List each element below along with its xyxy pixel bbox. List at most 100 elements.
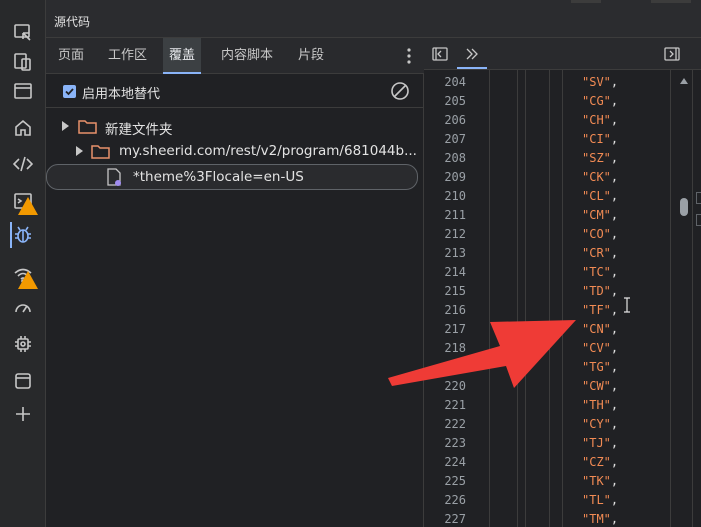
scroll-up-icon[interactable] xyxy=(680,78,688,84)
code-string: "TK", xyxy=(582,474,619,488)
line-number[interactable]: 211 xyxy=(424,208,466,222)
line-number[interactable]: 209 xyxy=(424,170,466,184)
network-wifi-icon[interactable] xyxy=(10,262,38,289)
code-line[interactable]: 213 "CR", xyxy=(424,244,701,263)
line-number[interactable]: 210 xyxy=(424,189,466,203)
console-icon[interactable] xyxy=(10,188,38,215)
line-number[interactable]: 204 xyxy=(424,75,466,89)
tab-workspace[interactable]: 工作区 xyxy=(102,38,153,74)
code-line[interactable]: 206 "CH", xyxy=(424,111,701,130)
application-panel-icon[interactable] xyxy=(10,368,36,394)
line-number[interactable]: 207 xyxy=(424,132,466,146)
line-number[interactable]: 221 xyxy=(424,398,466,412)
tab-underline xyxy=(457,67,487,69)
tree-item-label: 新建文件夹 xyxy=(105,122,173,138)
tree-item-label: my.sheerid.com/rest/v2/program/681044b..… xyxy=(119,143,417,159)
scroll-thumb[interactable] xyxy=(680,198,688,216)
line-number[interactable]: 223 xyxy=(424,436,466,450)
code-line[interactable]: 222 "CY", xyxy=(424,415,701,434)
code-string: "TF", xyxy=(582,303,619,317)
more-options-icon[interactable] xyxy=(406,47,412,65)
inspect-element-icon[interactable] xyxy=(10,20,36,46)
panel-title-bar: 源代码 xyxy=(46,0,701,38)
code-string: "CI", xyxy=(582,132,619,146)
code-icon[interactable] xyxy=(10,151,36,177)
tree-item-theme-file[interactable]: *theme%3Flocale=en-US xyxy=(46,164,418,190)
tree-item-label: *theme%3Flocale=en-US xyxy=(133,169,304,185)
tab-snippets[interactable]: 片段 xyxy=(292,38,330,74)
code-line[interactable]: 214 "TC", xyxy=(424,263,701,282)
line-number[interactable]: 225 xyxy=(424,474,466,488)
local-overrides-row: 启用本地替代 xyxy=(46,74,424,108)
code-string: "CM", xyxy=(582,208,619,222)
clear-overrides-icon[interactable] xyxy=(390,81,410,101)
line-number[interactable]: 224 xyxy=(424,455,466,469)
code-line[interactable]: 209 "CK", xyxy=(424,168,701,187)
code-line[interactable]: 227 "TM", xyxy=(424,510,701,527)
expand-arrow-icon[interactable] xyxy=(75,146,83,156)
enable-local-overrides-checkbox[interactable] xyxy=(63,85,76,98)
code-string: "CZ", xyxy=(582,455,619,469)
tab-page[interactable]: 页面 xyxy=(52,38,90,74)
code-string: "CN", xyxy=(582,322,619,336)
folder-icon xyxy=(78,120,97,134)
code-line[interactable]: 211 "CM", xyxy=(424,206,701,225)
code-line[interactable]: 225 "TK", xyxy=(424,472,701,491)
home-icon[interactable] xyxy=(10,115,36,141)
line-number[interactable]: 222 xyxy=(424,417,466,431)
tree-item-domain-folder[interactable]: my.sheerid.com/rest/v2/program/681044b..… xyxy=(46,139,418,165)
code-string: "TL", xyxy=(582,493,619,507)
toggle-debugger-icon[interactable] xyxy=(664,46,680,62)
tab-content-scripts[interactable]: 内容脚本 xyxy=(215,38,279,74)
code-string: "TC", xyxy=(582,265,619,279)
code-line[interactable]: 223 "TJ", xyxy=(424,434,701,453)
code-string: "CL", xyxy=(582,189,619,203)
memory-chip-icon[interactable] xyxy=(10,331,36,357)
elements-panel-icon[interactable] xyxy=(10,78,36,104)
editor-scrollbar[interactable] xyxy=(677,70,691,527)
expand-arrow-icon[interactable] xyxy=(61,121,69,131)
tab-overrides[interactable]: 覆盖 xyxy=(163,38,202,74)
code-string: "CO", xyxy=(582,227,619,241)
code-line[interactable]: 226 "TL", xyxy=(424,491,701,510)
text-cursor-icon xyxy=(624,297,630,313)
code-string: "TH", xyxy=(582,398,619,412)
code-string: "SV", xyxy=(582,75,619,89)
code-line[interactable]: 210 "CL", xyxy=(424,187,701,206)
line-number[interactable]: 206 xyxy=(424,113,466,127)
warning-icon xyxy=(18,271,38,289)
code-string: "SZ", xyxy=(582,151,619,165)
sources-bug-icon[interactable] xyxy=(10,222,36,248)
code-line[interactable]: 221 "TH", xyxy=(424,396,701,415)
code-string: "CY", xyxy=(582,417,619,431)
code-string: "CR", xyxy=(582,246,619,260)
tree-item-new-folder[interactable]: 新建文件夹 xyxy=(46,114,418,140)
performance-gauge-icon[interactable] xyxy=(10,295,36,321)
more-tabs-chevron-icon[interactable] xyxy=(464,46,480,62)
code-line[interactable]: 205 "CG", xyxy=(424,92,701,111)
code-string: "CH", xyxy=(582,113,619,127)
line-number[interactable]: 227 xyxy=(424,512,466,526)
code-line[interactable]: 212 "CO", xyxy=(424,225,701,244)
code-line[interactable]: 224 "CZ", xyxy=(424,453,701,472)
code-area[interactable]: 204 "SV", 205 "CG", 206 "CH", 207 "CI", 208 "SZ",… xyxy=(424,70,701,527)
line-number[interactable]: 214 xyxy=(424,265,466,279)
code-string: "CK", xyxy=(582,170,619,184)
code-line[interactable]: 207 "CI", xyxy=(424,130,701,149)
code-string: "CG", xyxy=(582,94,619,108)
line-number[interactable]: 212 xyxy=(424,227,466,241)
line-number[interactable]: 215 xyxy=(424,284,466,298)
line-number[interactable]: 226 xyxy=(424,493,466,507)
add-icon[interactable] xyxy=(10,401,36,427)
device-toolbar-icon[interactable] xyxy=(10,49,36,75)
editor-toolbar xyxy=(424,38,701,70)
line-number[interactable]: 205 xyxy=(424,94,466,108)
code-line[interactable]: 208 "SZ", xyxy=(424,149,701,168)
code-line[interactable]: 215 "TD", xyxy=(424,282,701,301)
code-string: "TM", xyxy=(582,512,619,526)
line-number[interactable]: 208 xyxy=(424,151,466,165)
line-number[interactable]: 213 xyxy=(424,246,466,260)
toggle-navigator-icon[interactable] xyxy=(432,46,448,62)
code-line[interactable]: 204 "SV", xyxy=(424,73,701,92)
window-controls-icon xyxy=(571,0,691,3)
